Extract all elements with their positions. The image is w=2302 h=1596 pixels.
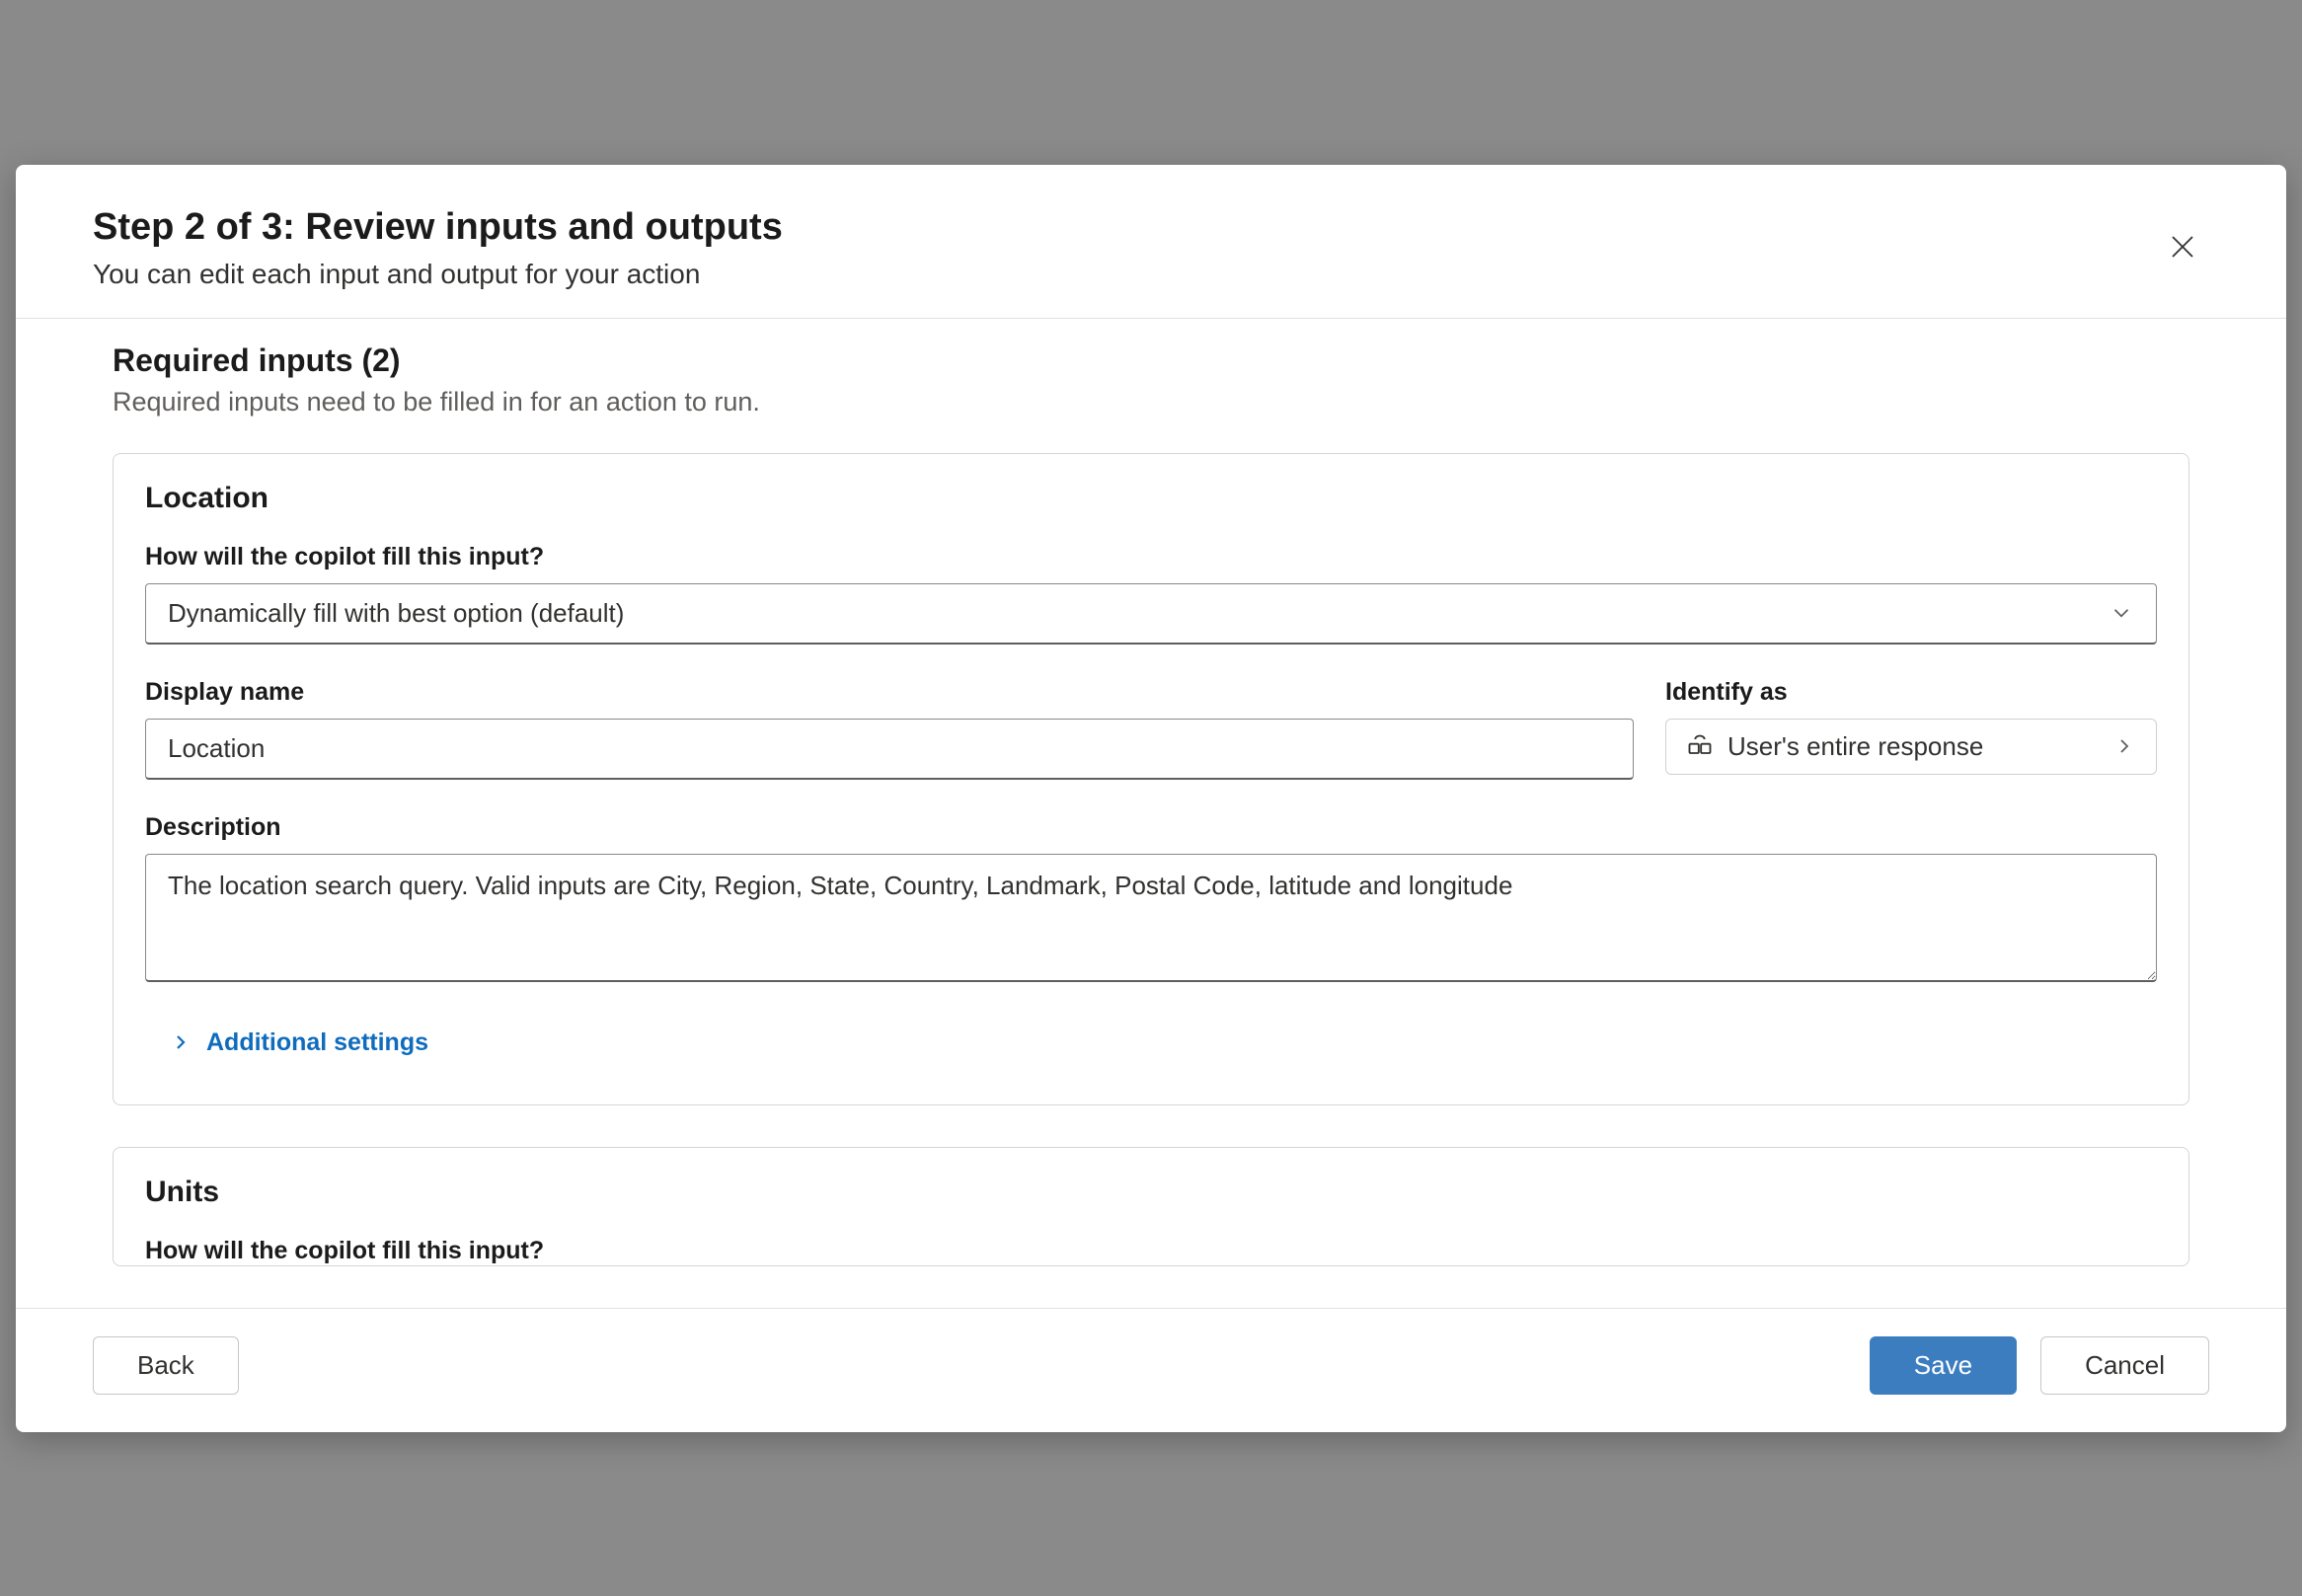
display-name-input[interactable]	[145, 719, 1634, 780]
cancel-button[interactable]: Cancel	[2040, 1336, 2209, 1395]
entity-icon	[1686, 732, 1714, 760]
fill-method-label: How will the copilot fill this input?	[145, 543, 2157, 571]
input-card-units: Units How will the copilot fill this inp…	[113, 1147, 2189, 1266]
footer-right: Save Cancel	[1870, 1336, 2209, 1395]
fill-method-label-partial: How will the copilot fill this input?	[145, 1237, 2157, 1265]
chevron-down-icon	[2109, 600, 2134, 626]
identify-as-field: Identify as User's entire response	[1665, 678, 2157, 780]
identify-as-button[interactable]: User's entire response	[1665, 719, 2157, 775]
description-input[interactable]	[145, 854, 2157, 982]
display-name-field: Display name	[145, 678, 1634, 780]
fill-method-field: How will the copilot fill this input? Dy…	[145, 543, 2157, 645]
description-label: Description	[145, 813, 2157, 842]
fill-method-value: Dynamically fill with best option (defau…	[168, 598, 624, 629]
card-title: Units	[145, 1176, 2157, 1209]
identify-as-value: User's entire response	[1727, 731, 1983, 762]
additional-settings-toggle[interactable]: Additional settings	[145, 1021, 452, 1065]
close-button[interactable]	[2156, 220, 2209, 273]
chevron-right-icon	[2112, 734, 2136, 758]
modal-subtitle: You can edit each input and output for y…	[93, 259, 2156, 290]
modal-dialog: Step 2 of 3: Review inputs and outputs Y…	[16, 165, 2286, 1432]
input-card-location: Location How will the copilot fill this …	[113, 453, 2189, 1105]
modal-header: Step 2 of 3: Review inputs and outputs Y…	[16, 165, 2286, 319]
section-subtext: Required inputs need to be filled in for…	[113, 387, 2189, 418]
identify-as-label: Identify as	[1665, 678, 2157, 707]
additional-settings-label: Additional settings	[206, 1028, 428, 1057]
modal-footer: Back Save Cancel	[16, 1308, 2286, 1432]
modal-body: Required inputs (2) Required inputs need…	[16, 319, 2286, 1308]
description-field: Description	[145, 813, 2157, 987]
modal-title: Step 2 of 3: Review inputs and outputs	[93, 206, 2156, 249]
fill-method-select[interactable]: Dynamically fill with best option (defau…	[145, 583, 2157, 645]
chevron-right-icon	[169, 1030, 192, 1054]
close-icon	[2168, 232, 2197, 262]
modal-header-text: Step 2 of 3: Review inputs and outputs Y…	[93, 206, 2156, 290]
display-identify-row: Display name Identify as User's entire r…	[145, 678, 2157, 780]
back-button[interactable]: Back	[93, 1336, 239, 1395]
section-heading: Required inputs (2)	[113, 342, 2189, 379]
display-name-label: Display name	[145, 678, 1634, 707]
save-button[interactable]: Save	[1870, 1336, 2017, 1395]
card-title: Location	[145, 482, 2157, 515]
